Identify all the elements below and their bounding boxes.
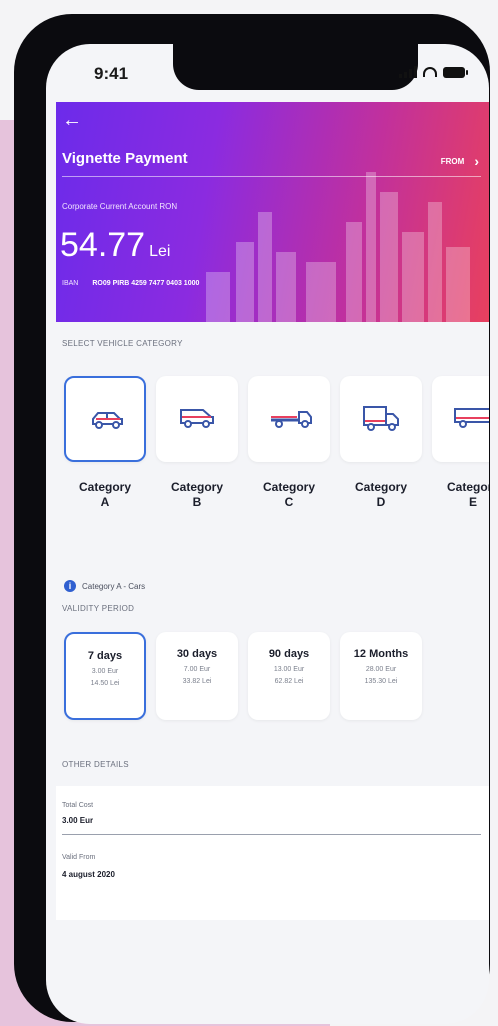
flatbed-truck-icon bbox=[271, 411, 312, 428]
van-icon bbox=[180, 409, 214, 428]
category-b-card[interactable] bbox=[156, 376, 238, 462]
validity-price-lei: 33.82 Lei bbox=[182, 678, 212, 685]
validity-section-label: VALIDITY PERIOD bbox=[62, 604, 135, 613]
validity-7-days-card[interactable]: 7 days 3.00 Eur 14.50 Lei bbox=[64, 632, 146, 720]
validity-price-lei: 62.82 Lei bbox=[274, 678, 304, 685]
phone-frame: 9:41 ← Vignette Payment FROM › Corporate… bbox=[14, 14, 490, 1024]
category-info: i Category A - Cars bbox=[64, 580, 145, 592]
page-title: Vignette Payment bbox=[62, 150, 188, 167]
back-arrow-icon[interactable]: ← bbox=[62, 110, 82, 130]
valid-from-value[interactable]: 4 august 2020 bbox=[62, 870, 115, 879]
other-details-panel: Total Cost 3.00 Eur Valid From 4 august … bbox=[56, 786, 489, 920]
category-a-label: Category A bbox=[78, 480, 131, 509]
header-divider bbox=[62, 176, 481, 177]
category-e-card[interactable] bbox=[432, 376, 489, 462]
validity-title: 90 days bbox=[268, 648, 310, 660]
valid-from-label: Valid From bbox=[62, 854, 96, 861]
total-cost-label: Total Cost bbox=[62, 802, 94, 809]
category-d-label: Category D bbox=[354, 480, 407, 509]
validity-period-list: 7 days 3.00 Eur 14.50 Lei 30 days 7.00 E… bbox=[64, 632, 489, 724]
category-b-label: Category B bbox=[170, 480, 223, 509]
details-divider bbox=[62, 834, 481, 835]
validity-price-lei: 135.30 Lei bbox=[364, 678, 398, 685]
trailer-truck-icon bbox=[454, 408, 489, 428]
validity-price-eur: 7.00 Eur bbox=[183, 666, 211, 673]
phone-notch bbox=[173, 44, 418, 90]
vehicle-section-label: SELECT VEHICLE CATEGORY bbox=[62, 339, 183, 348]
iban-value: RO09 PIRB 4259 7477 0403 1000 bbox=[92, 280, 200, 287]
validity-30-days-card[interactable]: 30 days 7.00 Eur 33.82 Lei bbox=[156, 632, 238, 720]
validity-price-eur: 28.00 Eur bbox=[365, 666, 397, 673]
box-truck-icon bbox=[363, 406, 399, 431]
balance-amount: 54.77 bbox=[60, 226, 146, 264]
app-screen: 9:41 ← Vignette Payment FROM › Corporate… bbox=[46, 44, 489, 1024]
category-c-card[interactable] bbox=[248, 376, 330, 462]
info-icon: i bbox=[64, 580, 76, 592]
category-e-label: CategoryE bbox=[446, 480, 489, 509]
category-info-text: Category A - Cars bbox=[82, 581, 146, 591]
validity-90-days-card[interactable]: 90 days 13.00 Eur 62.82 Lei bbox=[248, 632, 330, 720]
chevron-right-icon: › bbox=[474, 153, 479, 169]
from-label: FROM bbox=[440, 156, 465, 166]
iban-row: IBAN RO09 PIRB 4259 7477 0403 1000 bbox=[62, 280, 199, 287]
category-a-card[interactable] bbox=[64, 376, 146, 462]
vehicle-category-list: Category A Category B Category C Category D … bbox=[64, 376, 489, 546]
validity-price-eur: 13.00 Eur bbox=[273, 666, 305, 673]
validity-title: 12 Months bbox=[353, 648, 409, 660]
balance-currency: Lei bbox=[149, 243, 171, 260]
iban-label: IBAN bbox=[62, 280, 79, 287]
payment-header: ← Vignette Payment FROM › Corporate Curr… bbox=[56, 102, 489, 322]
account-balance: 54.77 Lei bbox=[60, 226, 170, 265]
validity-12-months-card[interactable]: 12 Months 28.00 Eur 135.30 Lei bbox=[340, 632, 422, 720]
validity-price-lei: 14.50 Lei bbox=[90, 680, 120, 687]
signal-icon bbox=[399, 66, 417, 78]
status-time: 9:41 bbox=[94, 64, 129, 83]
wifi-icon bbox=[423, 67, 437, 77]
other-details-label: OTHER DETAILS bbox=[62, 760, 129, 769]
total-cost-value: 3.00 Eur bbox=[62, 816, 94, 825]
car-icon bbox=[92, 412, 123, 429]
category-d-card[interactable] bbox=[340, 376, 422, 462]
from-account-selector[interactable]: FROM › bbox=[441, 153, 479, 169]
validity-title: 7 days bbox=[87, 650, 123, 662]
validity-price-eur: 3.00 Eur bbox=[91, 668, 119, 675]
category-c-label: Category C bbox=[262, 480, 315, 509]
status-icons bbox=[399, 66, 468, 78]
validity-title: 30 days bbox=[176, 648, 218, 660]
account-name: Corporate Current Account RON bbox=[62, 202, 178, 211]
battery-icon bbox=[443, 66, 468, 78]
